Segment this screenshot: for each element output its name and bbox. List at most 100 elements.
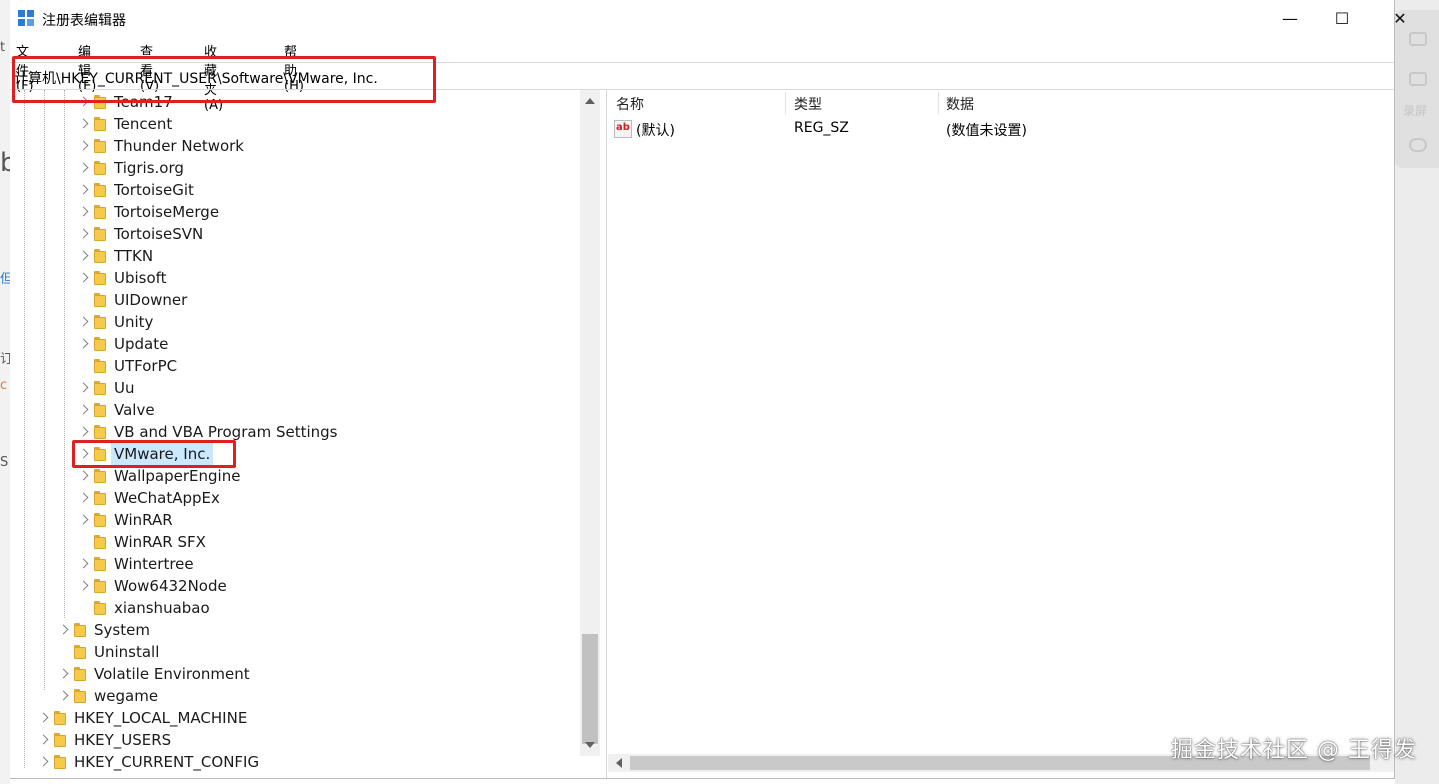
background-page-strip: t b 但 订 c S <box>0 0 17 784</box>
chevron-right-icon[interactable] <box>38 712 49 723</box>
folder-icon <box>94 447 108 461</box>
address-path[interactable]: 计算机\HKEY_CURRENT_USER\Software\VMware, I… <box>14 68 378 88</box>
folder-icon <box>54 733 68 747</box>
chevron-right-icon[interactable] <box>78 470 89 481</box>
tree-node-label: Wintertree <box>114 555 194 573</box>
scroll-up-arrow-icon[interactable] <box>585 98 595 104</box>
column-header-type[interactable]: 类型 <box>794 94 822 114</box>
tree-node-label: Volatile Environment <box>94 665 250 683</box>
folder-icon <box>94 579 108 593</box>
chevron-right-icon[interactable] <box>58 668 69 679</box>
screen-record-label: 录屏 <box>1403 104 1428 118</box>
tree-node-label: xianshuabao <box>114 599 210 617</box>
folder-icon <box>94 535 108 549</box>
folder-icon <box>94 205 108 219</box>
tree-node-label: HKEY_USERS <box>74 731 172 749</box>
chevron-right-icon[interactable] <box>78 558 89 569</box>
chevron-right-icon[interactable] <box>78 514 89 525</box>
chevron-right-icon[interactable] <box>78 206 89 217</box>
tree-node-label: Wow6432Node <box>114 577 227 595</box>
tree-node-label: Thunder Network <box>114 137 244 155</box>
tree-node-label: Ubisoft <box>114 269 167 287</box>
tree-node-label: WinRAR <box>114 511 173 529</box>
column-header-name[interactable]: 名称 <box>616 94 644 114</box>
value-data: (数值未设置) <box>946 123 1027 139</box>
folder-icon <box>94 293 108 307</box>
registry-editor-app-icon <box>18 10 36 28</box>
folder-icon <box>74 667 88 681</box>
folder-icon <box>94 513 108 527</box>
shield-icon <box>1409 32 1427 46</box>
chevron-right-icon[interactable] <box>58 624 69 635</box>
chevron-right-icon[interactable] <box>78 338 89 349</box>
tree-node-label: VMware, Inc. <box>111 443 214 465</box>
screen-record-widget[interactable]: 录屏 <box>1395 10 1439 168</box>
chevron-right-icon[interactable] <box>78 96 89 107</box>
folder-icon <box>94 315 108 329</box>
value-type: REG_SZ <box>794 120 849 136</box>
tree-node-label: WallpaperEngine <box>114 467 241 485</box>
folder-icon <box>94 117 108 131</box>
settings-icon <box>1409 138 1427 152</box>
maximize-button[interactable]: ☐ <box>1322 6 1362 32</box>
chevron-right-icon[interactable] <box>78 250 89 261</box>
folder-icon <box>94 183 108 197</box>
value-name: (默认) <box>636 123 675 139</box>
string-value-icon: ab <box>614 120 632 138</box>
tree-node-label: UTForPC <box>114 357 178 375</box>
column-header-data[interactable]: 数据 <box>946 94 974 114</box>
chevron-right-icon[interactable] <box>78 272 89 283</box>
folder-icon <box>94 227 108 241</box>
folder-icon <box>94 139 108 153</box>
chevron-right-icon[interactable] <box>78 492 89 503</box>
folder-icon <box>94 491 108 505</box>
tree-node-label: TortoiseGit <box>114 181 194 199</box>
video-icon <box>1409 72 1427 86</box>
folder-icon <box>94 271 108 285</box>
folder-icon <box>94 601 108 615</box>
tree-vertical-scrollbar[interactable] <box>580 90 600 756</box>
tree-node-label: Unity <box>114 313 154 331</box>
chevron-right-icon[interactable] <box>78 316 89 327</box>
folder-icon <box>94 337 108 351</box>
chevron-right-icon[interactable] <box>78 404 89 415</box>
scroll-down-arrow-icon[interactable] <box>585 742 595 748</box>
tree-scroll-thumb[interactable] <box>582 634 598 744</box>
chevron-right-icon[interactable] <box>78 184 89 195</box>
tree-node-label: Tencent <box>114 115 173 133</box>
tree-node-label: System <box>94 621 150 639</box>
chevron-right-icon[interactable] <box>78 140 89 151</box>
tree-node-label: WeChatAppEx <box>114 489 220 507</box>
folder-icon <box>94 249 108 263</box>
folder-icon <box>54 711 68 725</box>
tree-node-label: TortoiseSVN <box>114 225 204 243</box>
chevron-right-icon[interactable] <box>78 448 89 459</box>
value-row[interactable]: ab (默认) REG_SZ (数值未设置) <box>608 120 1394 140</box>
chevron-right-icon[interactable] <box>78 426 89 437</box>
tree-node-label: VB and VBA Program Settings <box>114 423 338 441</box>
registry-key-tree: Team17 Tencent Thunder Network Tigris.org To… <box>10 90 607 778</box>
address-bar[interactable]: 计算机\HKEY_CURRENT_USER\Software\VMware, I… <box>10 62 1394 90</box>
folder-icon <box>94 425 108 439</box>
folder-icon <box>74 623 88 637</box>
chevron-right-icon[interactable] <box>78 162 89 173</box>
tree-node-label: HKEY_CURRENT_CONFIG <box>74 753 260 771</box>
chevron-right-icon[interactable] <box>38 756 49 767</box>
chevron-right-icon[interactable] <box>78 118 89 129</box>
chevron-right-icon[interactable] <box>78 382 89 393</box>
window-title: 注册表编辑器 <box>42 13 126 29</box>
chevron-right-icon[interactable] <box>78 228 89 239</box>
folder-icon <box>94 469 108 483</box>
folder-icon <box>94 359 108 373</box>
values-list: 名称 类型 数据 ab (默认) REG_SZ (数值未设置) <box>608 90 1394 778</box>
scroll-left-arrow-icon[interactable] <box>616 758 622 768</box>
chevron-right-icon[interactable] <box>58 690 69 701</box>
chevron-right-icon[interactable] <box>78 580 89 591</box>
tree-node-label: Tigris.org <box>114 159 184 177</box>
minimize-button[interactable]: — <box>1270 6 1310 32</box>
close-button[interactable]: ✕ <box>1380 6 1420 32</box>
chevron-right-icon[interactable] <box>38 734 49 745</box>
title-bar: 注册表编辑器 — ☐ ✕ <box>10 0 1407 38</box>
folder-icon <box>94 403 108 417</box>
tree-node-label: HKEY_LOCAL_MACHINE <box>74 709 248 727</box>
